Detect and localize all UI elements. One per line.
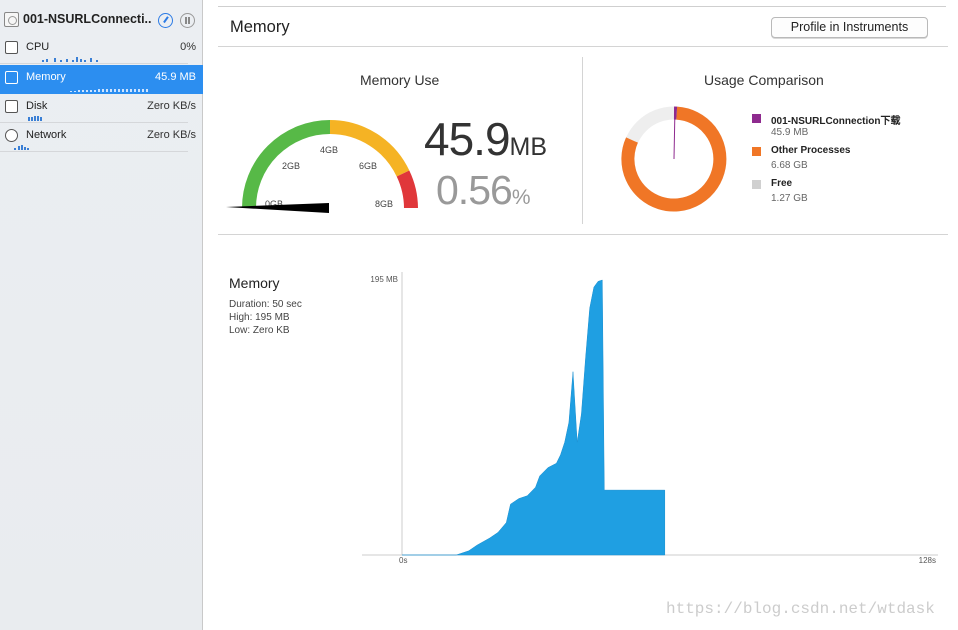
network-icon: [5, 129, 18, 142]
usage-donut-chart: [621, 106, 727, 212]
page-title: Memory: [230, 18, 290, 36]
divider: [218, 46, 948, 47]
legend-swatch: [752, 147, 761, 156]
legend-value: 45.9 MB: [771, 127, 809, 138]
gauge-item-disk[interactable]: Disk Zero KB/s: [0, 94, 203, 123]
memory-duration: Duration: 50 sec: [229, 299, 302, 310]
y-max-label: 195 MB: [370, 275, 398, 284]
legend-name: 001-NSURLConnection下载: [771, 116, 901, 127]
separator: [0, 63, 188, 64]
app-process-row[interactable]: 001-NSURLConnecti...: [0, 8, 203, 32]
disk-sparkline: [10, 116, 188, 121]
memory-use-title: Memory Use: [360, 72, 440, 88]
memory-low: Low: Zero KB: [229, 325, 290, 336]
legend-swatch: [752, 114, 761, 123]
gauge-arc-red: [396, 170, 418, 209]
memory-report: Memory Profile in Instruments Memory Use…: [218, 0, 958, 630]
gauges-icon[interactable]: [158, 13, 173, 28]
app-name: 001-NSURLConnecti...: [23, 12, 151, 26]
usage-comparison-title: Usage Comparison: [704, 72, 824, 88]
gauge-item-cpu[interactable]: CPU 0%: [0, 35, 203, 64]
memory-high: High: 195 MB: [229, 312, 290, 323]
memory-graph-title: Memory: [229, 275, 280, 291]
separator: [0, 151, 188, 152]
gauge-label: Network: [26, 129, 67, 141]
memory-area-chart: 195 MB 0s 128s: [362, 272, 938, 565]
gauge-value: 45.9 MB: [155, 71, 196, 83]
gauge-label: CPU: [26, 41, 50, 53]
divider: [218, 234, 948, 235]
profile-in-instruments-button[interactable]: Profile in Instruments: [771, 17, 928, 38]
gauge-label-6gb: 6GB: [359, 161, 377, 171]
memory-icon: [5, 71, 18, 84]
gauge-value: 0%: [180, 41, 196, 53]
divider: [582, 57, 583, 224]
legend-value: 1.27 GB: [771, 193, 808, 204]
memory-percent-number: 0.56: [436, 167, 513, 213]
app-icon: [4, 12, 19, 27]
gauge-label-2gb: 2GB: [282, 161, 300, 171]
memory-percent-value: 0.56%: [436, 167, 531, 214]
gauge-label-4gb: 4GB: [320, 145, 338, 155]
gauge-value: Zero KB/s: [147, 129, 196, 141]
memory-percent-unit: %: [511, 186, 531, 209]
gauge-value: Zero KB/s: [147, 100, 196, 112]
divider: [218, 6, 946, 7]
memory-use-value: 45.9MB: [424, 112, 547, 166]
gauge-label-8gb: 8GB: [375, 199, 393, 209]
legend-name: Other Processes: [771, 145, 851, 156]
legend-name: Free: [771, 178, 793, 189]
memory-gauge: 0GB 2GB 4GB 6GB 8GB: [226, 120, 418, 213]
gauge-label: Memory: [26, 71, 66, 83]
gauge-item-memory[interactable]: Memory 45.9 MB: [0, 65, 203, 94]
memory-area-series: [402, 279, 666, 556]
memory-value-unit: MB: [509, 133, 548, 161]
disk-icon: [5, 100, 18, 113]
x-start-label: 0s: [399, 556, 407, 565]
gauge-item-network[interactable]: Network Zero KB/s: [0, 123, 203, 152]
network-sparkline: [10, 145, 188, 150]
legend-swatch: [752, 180, 761, 189]
cpu-icon: [5, 41, 18, 54]
cpu-sparkline: [10, 57, 188, 62]
pause-icon[interactable]: [180, 13, 195, 28]
memory-sparkline: [10, 87, 188, 92]
memory-value-number: 45.9: [424, 113, 511, 165]
gauge-label: Disk: [26, 100, 48, 112]
debug-navigator-sidebar: 001-NSURLConnecti... CPU 0% Memory 45.9 …: [0, 0, 203, 630]
legend-value: 6.68 GB: [771, 160, 808, 171]
x-end-label: 128s: [919, 556, 936, 565]
watermark: https://blog.csdn.net/wtdask: [666, 600, 935, 618]
